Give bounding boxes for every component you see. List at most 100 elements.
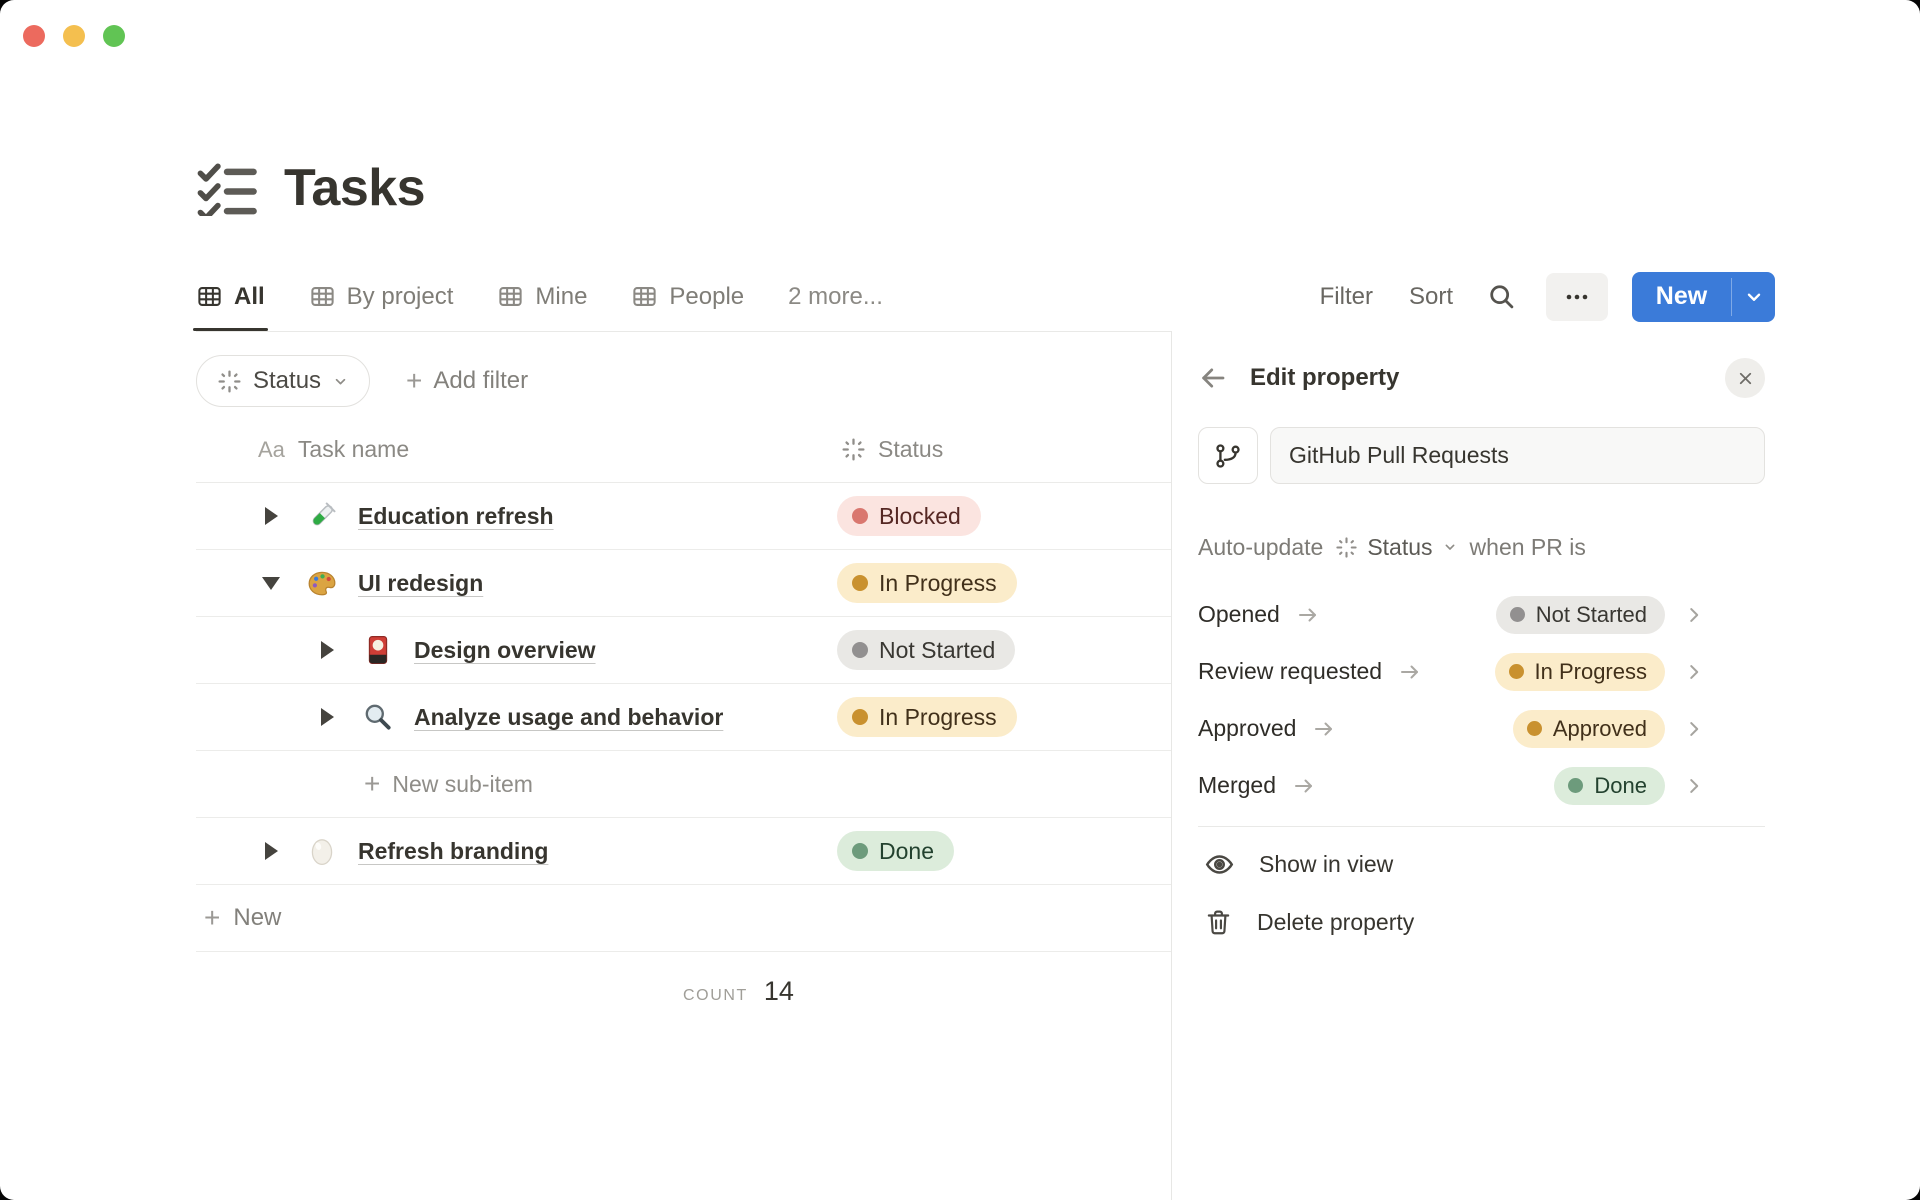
add-filter-label: Add filter xyxy=(433,367,529,394)
test-tube-icon xyxy=(304,498,340,534)
mapping-row-review-requested[interactable]: Review requested In Progress xyxy=(1198,643,1765,700)
app-window: Tasks All By project Mine People 2 more.… xyxy=(0,0,1920,1200)
mapping-row-approved[interactable]: Approved Approved xyxy=(1198,700,1765,757)
flower-card-icon xyxy=(360,632,396,668)
window-titlebar xyxy=(0,0,1920,56)
status-pill[interactable]: Blocked xyxy=(837,496,981,536)
mapping-row-opened[interactable]: Opened Not Started xyxy=(1198,586,1765,643)
property-name-input[interactable] xyxy=(1270,427,1765,484)
page-title[interactable]: Tasks xyxy=(284,158,426,218)
column-header-status[interactable]: Status xyxy=(841,436,943,463)
status-cell: Not Started xyxy=(837,617,1016,683)
more-views-button[interactable]: 2 more... xyxy=(788,283,883,311)
status-dot-icon xyxy=(852,642,868,658)
checklist-icon xyxy=(196,160,258,216)
mapping-value: Done xyxy=(1554,766,1705,805)
delete-property-button[interactable]: Delete property xyxy=(1198,893,1765,951)
expand-toggle-icon[interactable] xyxy=(252,497,290,535)
new-sub-item-button[interactable]: + New sub-item xyxy=(196,751,1171,818)
expand-toggle-icon[interactable] xyxy=(308,698,346,736)
status-label: Not Started xyxy=(1535,601,1647,627)
table-row[interactable]: UI redesign In Progress xyxy=(196,550,1171,617)
status-filter-button[interactable]: Status xyxy=(196,355,371,407)
status-label: Approved xyxy=(1552,715,1647,741)
status-label: Blocked xyxy=(879,502,961,529)
expand-toggle-icon[interactable] xyxy=(308,631,346,669)
new-row-button[interactable]: + New xyxy=(196,885,1171,952)
status-pill[interactable]: In Progress xyxy=(837,697,1017,737)
status-pill: Not Started xyxy=(1495,595,1665,634)
task-name-link[interactable]: Education refresh xyxy=(358,503,554,530)
new-row-label: New xyxy=(233,904,282,931)
tab-label: All xyxy=(234,282,265,310)
view-toolbar: Filter Sort New xyxy=(1320,271,1775,322)
tab-mine[interactable]: Mine xyxy=(497,262,587,331)
mapping-value: In Progress xyxy=(1494,652,1706,691)
new-dropdown-button[interactable] xyxy=(1732,272,1775,322)
status-pill[interactable]: In Progress xyxy=(837,563,1017,603)
status-dot-icon xyxy=(1509,607,1525,622)
table-row[interactable]: Analyze usage and behavior In Progress xyxy=(196,684,1171,751)
filter-chip-label: Status xyxy=(253,367,322,394)
sort-button[interactable]: Sort xyxy=(1409,283,1453,311)
panel-title: Edit property xyxy=(1250,364,1400,391)
status-label: Not Started xyxy=(879,636,996,663)
count-value: 14 xyxy=(763,976,794,1006)
expand-toggle-icon[interactable] xyxy=(252,832,290,870)
close-window-button[interactable] xyxy=(23,25,45,47)
panel-actions: Show in view Delete property xyxy=(1198,835,1765,951)
new-button[interactable]: New xyxy=(1632,272,1731,322)
trash-icon xyxy=(1207,910,1230,934)
mapping-trigger: Merged xyxy=(1198,772,1276,798)
view-tab-bar: All By project Mine People 2 more... Fil… xyxy=(0,262,1920,331)
status-pill[interactable]: Done xyxy=(837,831,954,871)
count-summary[interactable]: COUNT 14 xyxy=(683,976,1171,1007)
tab-all[interactable]: All xyxy=(193,262,268,331)
status-label: In Progress xyxy=(879,569,997,596)
status-dot-icon xyxy=(852,508,868,524)
task-name-link[interactable]: Refresh branding xyxy=(358,838,548,865)
table-row[interactable]: Design overview Not Started xyxy=(196,617,1171,684)
status-label: Done xyxy=(1594,772,1647,798)
panel-header: Edit property xyxy=(1198,355,1765,401)
task-name-link[interactable]: Design overview xyxy=(414,637,596,664)
auto-update-row: Auto-update Status when PR is xyxy=(1198,524,1765,570)
column-header-task-name[interactable]: Task name xyxy=(298,436,409,463)
tab-people[interactable]: People xyxy=(631,262,744,331)
tab-label: By project xyxy=(346,282,454,310)
status-pill[interactable]: Not Started xyxy=(837,630,1016,670)
minimize-window-button[interactable] xyxy=(63,25,85,47)
table-row[interactable]: Education refresh Blocked xyxy=(196,483,1171,550)
collapse-toggle-icon[interactable] xyxy=(252,564,290,602)
mapping-row-merged[interactable]: Merged Done xyxy=(1198,757,1765,814)
chevron-right-icon xyxy=(1690,664,1699,679)
task-name-link[interactable]: UI redesign xyxy=(358,570,483,597)
show-in-view-button[interactable]: Show in view xyxy=(1198,835,1765,893)
status-dot-icon xyxy=(852,575,868,591)
main-content: Status + Add filter Aa Task name Status xyxy=(0,331,1920,1200)
add-filter-button[interactable]: + Add filter xyxy=(406,367,528,395)
more-options-button[interactable] xyxy=(1546,272,1608,321)
auto-update-prefix: Auto-update xyxy=(1198,533,1324,560)
table-pane: Status + Add filter Aa Task name Status xyxy=(0,331,1172,1200)
filter-button[interactable]: Filter xyxy=(1320,283,1373,311)
search-icon[interactable] xyxy=(1487,282,1516,311)
status-dot-icon xyxy=(1508,664,1524,679)
mapping-trigger: Approved xyxy=(1198,715,1297,741)
tab-by-project[interactable]: By project xyxy=(309,262,454,331)
plus-icon: + xyxy=(406,365,423,396)
git-pull-request-icon[interactable] xyxy=(1198,427,1258,484)
status-dot-icon xyxy=(852,709,868,725)
close-icon[interactable] xyxy=(1725,358,1765,398)
task-name-link[interactable]: Analyze usage and behavior xyxy=(414,704,723,731)
back-arrow-icon[interactable] xyxy=(1198,363,1228,393)
mapping-trigger: Opened xyxy=(1198,601,1280,627)
chevron-right-icon xyxy=(1690,607,1699,622)
property-name-row xyxy=(1198,427,1765,484)
status-property-dropdown[interactable]: Status xyxy=(1335,534,1457,561)
new-sub-item-label: New sub-item xyxy=(392,770,533,797)
mapping-value: Not Started xyxy=(1495,595,1705,634)
status-pill: Done xyxy=(1554,766,1665,805)
zoom-window-button[interactable] xyxy=(103,25,125,47)
table-row[interactable]: Refresh branding Done xyxy=(196,818,1171,885)
